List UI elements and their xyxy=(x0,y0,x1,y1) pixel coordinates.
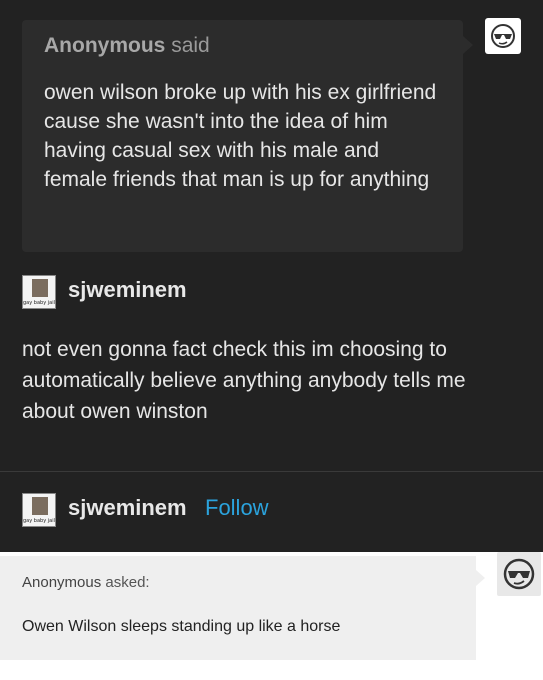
ask-text: owen wilson broke up with his ex girlfri… xyxy=(44,81,437,191)
ask-verb: said xyxy=(171,34,210,57)
avatar-caption: gay baby jail xyxy=(23,300,55,306)
follow-button[interactable]: Follow xyxy=(205,495,269,521)
anonymous-sunglasses-icon[interactable] xyxy=(497,552,541,596)
anonymous-sunglasses-icon[interactable] xyxy=(485,18,521,54)
avatar-caption: gay baby jail xyxy=(23,518,55,524)
ask-text: Owen Wilson sleeps standing up like a ho… xyxy=(22,618,341,635)
ask-header: Anonymous said xyxy=(44,34,210,58)
ask-header: Anonymous asked: xyxy=(22,574,150,591)
ask-bubble: Anonymous asked: Owen Wilson sleeps stan… xyxy=(0,556,485,660)
asker-name[interactable]: Anonymous xyxy=(22,574,101,591)
avatar[interactable]: gay baby jail xyxy=(22,275,56,309)
ask-bubble: Anonymous said owen wilson broke up with… xyxy=(22,20,473,252)
username[interactable]: sjweminem xyxy=(68,277,187,303)
avatar-photo xyxy=(32,279,48,297)
asker-name[interactable]: Anonymous xyxy=(44,34,165,57)
ask-verb: asked: xyxy=(105,574,150,591)
reply-text: not even gonna fact check this im choosi… xyxy=(22,338,466,423)
avatar-photo xyxy=(32,497,48,515)
username[interactable]: sjweminem xyxy=(68,495,187,521)
avatar[interactable]: gay baby jail xyxy=(22,493,56,527)
divider xyxy=(0,471,543,472)
